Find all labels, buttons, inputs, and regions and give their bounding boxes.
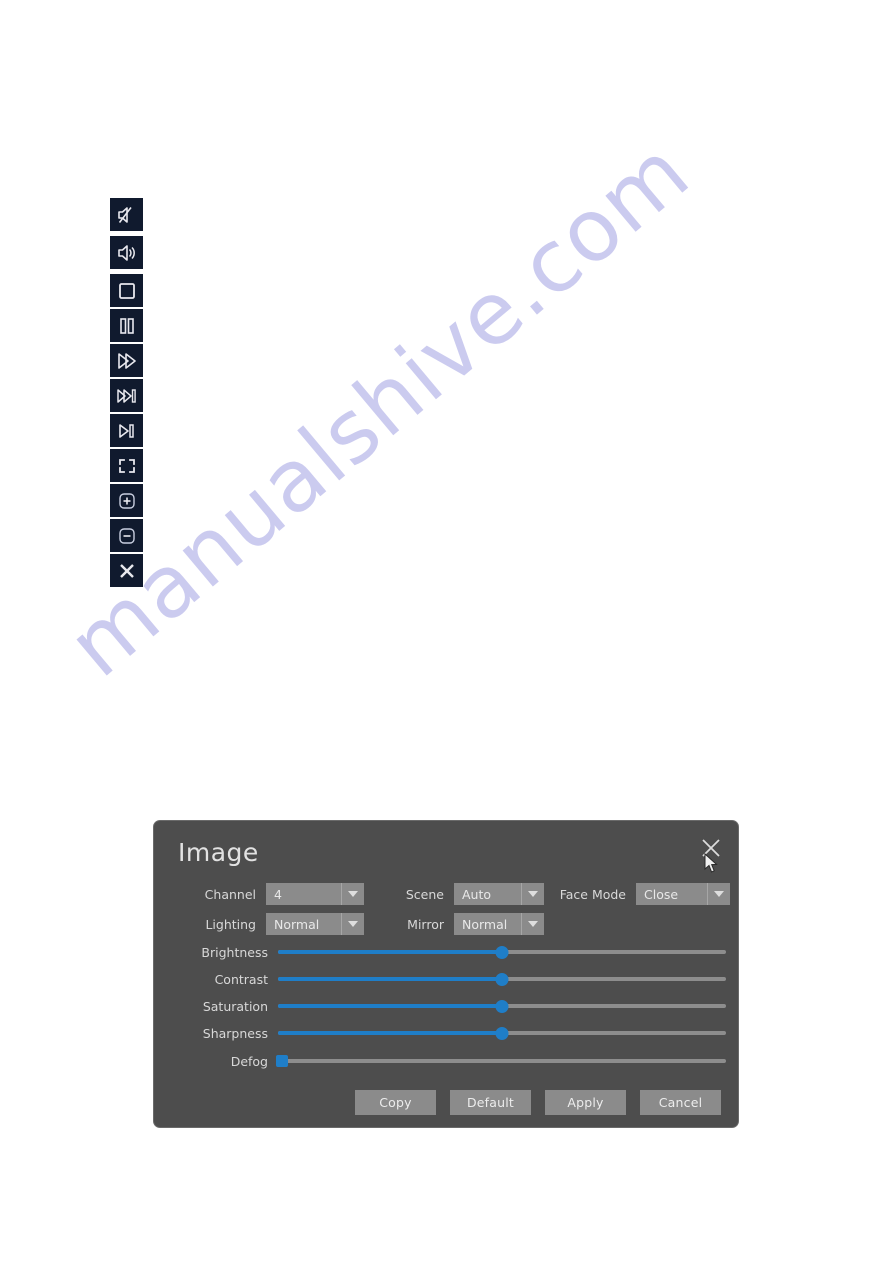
slider-knob[interactable] [495,1026,509,1040]
brightness-slider-row: Brightness [178,943,726,961]
slider-fill [278,977,502,981]
chevron-down-icon [521,883,544,905]
scene-value: Auto [462,886,492,902]
copy-button[interactable]: Copy [355,1090,436,1115]
chevron-down-icon [341,883,364,905]
chevron-down-icon [521,913,544,935]
slider-fill [278,1004,502,1008]
chevron-down-icon [341,913,364,935]
mirror-label: Mirror [407,916,444,932]
contrast-label: Contrast [214,971,268,987]
pause-icon[interactable] [110,309,143,342]
sharpness-label: Sharpness [202,1025,268,1041]
dialog-button-row: Copy Default Apply Cancel [355,1090,721,1115]
saturation-slider-row: Saturation [178,997,726,1015]
defog-slider[interactable] [276,1052,726,1070]
sharpness-slider-row: Sharpness [178,1024,726,1042]
mirror-value: Normal [462,916,508,932]
volume-icon[interactable] [110,236,143,269]
next-frame-icon[interactable] [110,414,143,447]
brightness-label: Brightness [201,944,268,960]
face-mode-select[interactable]: Close [636,883,730,905]
face-mode-field: Face Mode Close [544,883,730,905]
stop-icon[interactable] [110,274,143,307]
face-mode-value: Close [644,886,679,902]
page-title: Image [178,838,259,867]
slider-knob[interactable] [495,945,509,959]
lighting-label: Lighting [205,916,256,932]
slider-fill [278,1031,502,1035]
channel-value: 4 [274,886,282,902]
contrast-slider[interactable] [278,970,726,988]
channel-field: Channel 4 [178,883,364,905]
mirror-field: Mirror Normal [386,913,544,935]
defog-label: Defog [230,1053,268,1069]
sharpness-slider[interactable] [278,1024,726,1042]
site-watermark: manualshive.com [50,121,709,697]
saturation-slider[interactable] [278,997,726,1015]
mute-icon[interactable] [110,198,143,231]
lighting-field: Lighting Normal [178,913,364,935]
lighting-value: Normal [274,916,320,932]
default-button[interactable]: Default [450,1090,531,1115]
slider-knob[interactable] [495,972,509,986]
channel-select[interactable]: 4 [266,883,364,905]
scene-field: Scene Auto [386,883,544,905]
cancel-button[interactable]: Cancel [640,1090,721,1115]
zoom-in-icon[interactable] [110,484,143,517]
face-mode-label: Face Mode [559,886,626,902]
zoom-out-icon[interactable] [110,519,143,552]
defog-slider-row: Defog [178,1052,726,1070]
channel-label: Channel [204,886,256,902]
close-icon[interactable] [700,837,722,859]
scene-label: Scene [405,886,444,902]
mirror-select[interactable]: Normal [454,913,544,935]
contrast-slider-row: Contrast [178,970,726,988]
lighting-select[interactable]: Normal [266,913,364,935]
scene-select[interactable]: Auto [454,883,544,905]
image-settings-dialog: Image Channel 4 Scene Auto Face Mode Clo… [153,820,739,1128]
slider-knob[interactable] [495,999,509,1013]
playback-toolbar [110,198,143,587]
slider-fill [278,950,502,954]
brightness-slider[interactable] [278,943,726,961]
next-file-icon[interactable] [110,379,143,412]
slider-track [278,1059,726,1063]
exit-icon[interactable] [110,554,143,587]
chevron-down-icon [707,883,730,905]
saturation-label: Saturation [202,998,268,1014]
slider-knob[interactable] [276,1055,288,1067]
apply-button[interactable]: Apply [545,1090,626,1115]
fast-forward-icon[interactable] [110,344,143,377]
full-screen-icon[interactable] [110,449,143,482]
